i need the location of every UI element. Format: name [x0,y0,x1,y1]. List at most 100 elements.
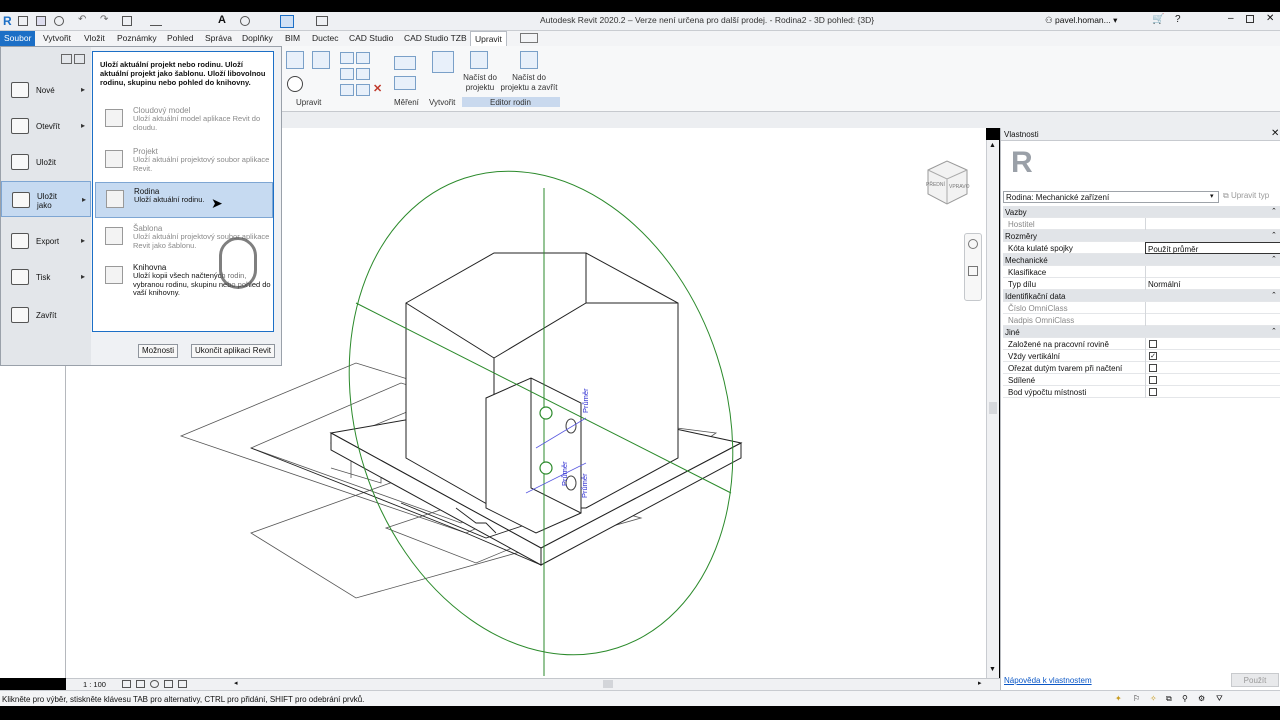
tab-bim[interactable]: BIM [281,31,304,46]
load-into-project-icon[interactable] [470,51,488,69]
collapse-icon[interactable]: ⌃ [1271,255,1277,263]
checkbox-unchecked[interactable] [1149,364,1157,372]
collapse-icon[interactable]: ⌃ [1271,207,1277,215]
revit-logo-icon[interactable]: R [3,14,15,28]
recent-docs-icon[interactable] [61,54,72,64]
shadows-icon[interactable] [164,680,173,688]
app-menu-save-as[interactable]: Uložit jako ▸ [1,181,91,217]
property-category[interactable]: Mechanické ⌃ [1003,254,1280,266]
cart-icon[interactable]: 🛒 [1152,14,1164,25]
minimize-icon[interactable]: – [1228,13,1234,24]
switch-windows-icon[interactable] [316,16,328,26]
app-menu-open[interactable]: Otevřít ▸ [1,108,91,144]
scroll-down-icon[interactable]: ▼ [989,666,996,673]
select-underlay-icon[interactable]: ⧉ [1166,694,1172,704]
app-menu-new[interactable]: Nové ▸ [1,72,91,108]
load-into-project-button[interactable]: Načíst do projektu [463,73,497,93]
text-icon[interactable]: A [218,14,226,26]
align-icon[interactable] [312,51,330,69]
save-as-family[interactable]: Rodina Uloží aktuální rodinu. [95,182,273,218]
print-icon[interactable] [122,16,132,26]
property-category[interactable]: Identifikační data ⌃ [1003,290,1280,302]
diameter-label-3[interactable]: Průměr [580,473,589,498]
viewcube-front[interactable]: PŘEDNÍ [926,182,945,188]
help-icon[interactable]: ? [1175,14,1181,25]
thin-lines-icon[interactable] [280,15,294,28]
property-value[interactable] [1145,302,1280,314]
user-area[interactable]: ⚇ pavel.homan... ▾ [1045,15,1117,26]
delete-icon[interactable]: ✕ [373,82,382,95]
scale-label[interactable]: 1 : 100 [83,680,106,689]
detail-level-icon[interactable] [122,680,131,688]
3d-view-icon[interactable] [240,16,250,26]
scale-icon[interactable] [356,84,370,96]
apply-button[interactable]: Použít [1231,673,1279,687]
tab-file[interactable]: Soubor [0,31,36,46]
project-browser[interactable] [0,365,66,678]
collapse-icon[interactable]: ⌃ [1271,231,1277,239]
load-and-close-button[interactable]: Načíst do projektu a zavřít [500,73,558,93]
worksets-icon[interactable]: ✦ [1115,694,1122,703]
checkbox-checked[interactable]: ✓ [1149,352,1157,360]
trim-icon[interactable] [356,68,370,80]
property-value[interactable] [1145,266,1280,278]
steering-wheel-icon[interactable] [968,239,978,249]
property-category[interactable]: Jiné ⌃ [1003,326,1280,338]
measure-icon[interactable] [150,16,162,26]
zoom-icon[interactable] [968,266,978,276]
property-category[interactable]: Vazby ⌃ [1003,206,1280,218]
select-by-face-icon[interactable]: ⚙ [1198,694,1205,703]
rotate-icon[interactable] [287,76,303,92]
app-menu-close[interactable]: Zavřít [1,297,91,333]
tab-cad-studio-tzb[interactable]: CAD Studio TZB [400,31,471,46]
diameter-label-1[interactable]: Průměr [581,388,590,413]
redo-icon[interactable]: ↷ [100,14,108,25]
vertical-scrollbar[interactable]: ▲ ▼ [986,140,999,678]
filter-icon[interactable]: ⛛ [1216,694,1223,704]
collapse-icon[interactable]: ⌃ [1271,291,1277,299]
scroll-up-icon[interactable]: ▲ [989,142,996,149]
exit-revit-button[interactable]: Ukončit aplikaci Revit [191,344,276,358]
checkbox-unchecked[interactable] [1149,376,1157,384]
mirror-icon[interactable] [356,52,370,64]
property-value[interactable]: Použít průměr [1145,242,1280,254]
tab-view[interactable]: Pohled [163,31,197,46]
sun-path-icon[interactable] [150,680,159,688]
tab-modify[interactable]: Upravit [470,31,507,46]
select-pinned-icon[interactable]: ⚲ [1182,694,1188,703]
ribbon-toggle-icon[interactable] [520,33,538,43]
viewcube[interactable]: PŘEDNÍ VPRAVO [922,158,972,208]
property-category[interactable]: Rozměry ⌃ [1003,230,1280,242]
maximize-icon[interactable] [1246,15,1254,23]
sync-icon[interactable] [54,16,64,26]
property-value[interactable]: Normální [1145,278,1280,290]
properties-help-link[interactable]: Nápověda k vlastnostem [1004,676,1092,685]
checkbox-unchecked[interactable] [1149,340,1157,348]
tab-annotate[interactable]: Poznámky [113,31,161,46]
load-and-close-icon[interactable] [520,51,538,69]
diameter-label-2[interactable]: Průměr [560,461,569,486]
property-value[interactable] [1145,218,1280,230]
open-icon[interactable] [18,16,28,26]
open-docs-icon[interactable] [74,54,85,64]
scroll-thumb[interactable] [989,402,997,414]
visual-style-icon[interactable] [136,680,145,688]
property-value[interactable] [1145,314,1280,326]
create-group-icon[interactable] [432,51,454,73]
array-icon[interactable] [340,84,354,96]
undo-icon[interactable]: ↶ [78,14,86,25]
checkbox-unchecked[interactable] [1149,388,1157,396]
tab-addins[interactable]: Doplňky [238,31,277,46]
close-icon[interactable]: ✕ [1266,13,1274,24]
options-button[interactable]: Možnosti [138,344,179,358]
measure-tool-icon[interactable] [394,56,416,70]
close-properties-icon[interactable]: ✕ [1271,128,1279,139]
hscroll-thumb[interactable] [603,680,613,688]
crop-icon[interactable] [178,680,187,688]
navigation-bar[interactable] [964,233,982,301]
move-icon[interactable] [340,52,354,64]
tab-insert[interactable]: Vložit [80,31,109,46]
modify-select-icon[interactable] [286,51,304,69]
app-menu-export[interactable]: Export ▸ [1,223,91,259]
copy-icon[interactable] [340,68,354,80]
